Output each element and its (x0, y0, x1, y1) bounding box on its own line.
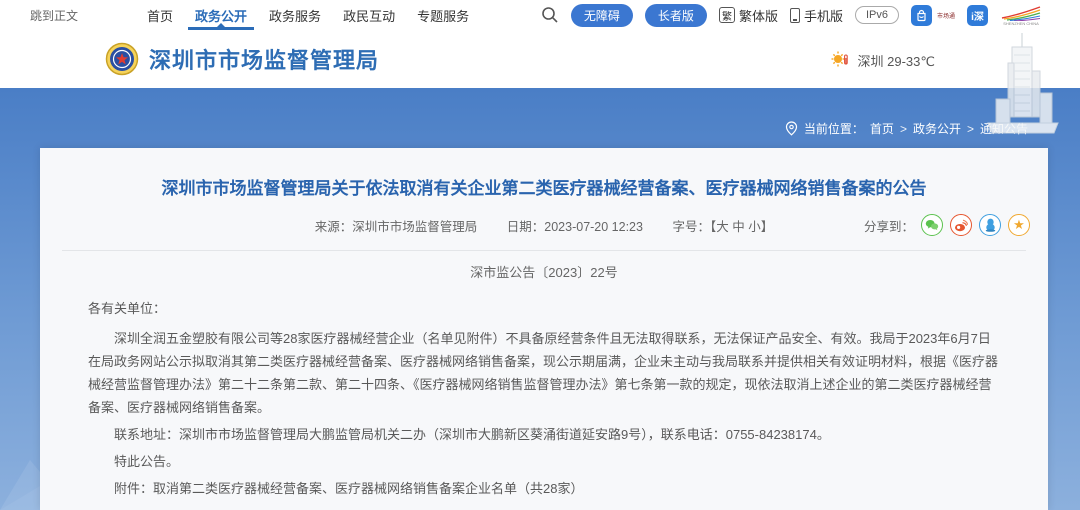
date-value: 2023-07-20 12:23 (544, 220, 643, 234)
share-label: 分享到： (864, 216, 914, 235)
location-pin-icon (785, 121, 798, 136)
share-favorite-star-icon[interactable]: ★ (1008, 214, 1030, 236)
nav-gov-services-label: 政务服务 (269, 6, 321, 25)
paragraph-attachment: 附件：取消第二类医疗器械经营备案、医疗器械网络销售备案企业名单（共28家） (88, 477, 1002, 500)
nav-topics[interactable]: 专题服务 (406, 0, 480, 30)
shichangtong-label: 市场通 (937, 11, 955, 20)
site-title: 深圳市市场监督管理局 (149, 43, 379, 75)
breadcrumb-label: 当前位置： (804, 120, 864, 137)
article-meta-row: 来源：深圳市市场监督管理局 日期：2023-07-20 12:23 字号：【大 … (40, 216, 1048, 240)
nav-gov-services[interactable]: 政务服务 (258, 0, 332, 30)
source-label: 来源： (315, 220, 353, 234)
fontsize-label: 字号： (672, 220, 710, 234)
fontsize-large-button[interactable]: 大 (716, 220, 729, 234)
nav-interaction[interactable]: 政民互动 (332, 0, 406, 30)
shichangtong-app-icon (911, 5, 932, 26)
paragraph-contact: 联系地址：深圳市市场监督管理局大鹏监管局机关二办（深圳市大鹏新区葵涌街道延安路9… (88, 423, 1002, 446)
breadcrumb-home[interactable]: 首页 (870, 120, 894, 137)
weather-icon (830, 50, 850, 70)
paragraph-main: 深圳全润五金塑胶有限公司等28家医疗器械经营企业（名单见附件）不具备原经营条件且… (88, 327, 1002, 419)
nav-interaction-label: 政民互动 (343, 6, 395, 25)
accessibility-button[interactable]: 无障碍 (571, 4, 633, 27)
nav-home[interactable]: 首页 (136, 0, 184, 30)
traditional-chinese-button[interactable]: 繁 繁体版 (719, 6, 778, 25)
article-body: 各有关单位： 深圳全润五金塑胶有限公司等28家医疗器械经营企业（名单见附件）不具… (40, 297, 1048, 500)
site-brand[interactable]: 深圳市市场监督管理局 (105, 42, 379, 76)
fontsize-small-button[interactable]: 小 (748, 220, 761, 234)
top-utility-bar: 跳到正文 首页 政务公开 政务服务 政民互动 专题服务 无障碍 长者版 繁 繁体… (0, 0, 1080, 30)
mobile-phone-icon (790, 8, 800, 23)
active-tab-underline (188, 27, 254, 30)
elder-version-button[interactable]: 长者版 (645, 4, 707, 27)
article-title: 深圳市市场监督管理局关于依法取消有关企业第二类医疗器械经营备案、医疗器械网络销售… (40, 174, 1048, 199)
nav-gov-disclosure-label: 政务公开 (195, 6, 247, 25)
top-nav: 首页 政务公开 政务服务 政民互动 专题服务 (136, 0, 480, 30)
share-wechat-icon[interactable] (921, 214, 943, 236)
share-qq-icon[interactable] (979, 214, 1001, 236)
agency-emblem-logo (105, 42, 139, 76)
breadcrumb-separator: > (900, 122, 907, 136)
shichangtong-app-link[interactable]: 市场通 (911, 5, 955, 26)
breadcrumb-separator: > (967, 122, 974, 136)
weather-widget: 深圳 29-33℃ (830, 50, 935, 70)
city-logo-swoosh (1000, 5, 1042, 21)
mobile-version-button[interactable]: 手机版 (790, 6, 843, 25)
city-logo[interactable]: SHENZHEN CHINA (1000, 5, 1042, 26)
nav-gov-disclosure[interactable]: 政务公开 (184, 0, 258, 30)
active-tab-indicator (217, 23, 225, 27)
site-header: 深圳市市场监督管理局 深圳 29-33℃ (0, 30, 1080, 88)
mobile-label: 手机版 (804, 6, 843, 25)
search-icon[interactable] (541, 6, 559, 24)
fontsize-medium-button[interactable]: 中 (732, 220, 745, 234)
breadcrumb-gov-disclosure[interactable]: 政务公开 (913, 120, 961, 137)
meta-divider (62, 250, 1026, 251)
document-number: 深市监公告〔2023〕22号 (40, 262, 1048, 281)
fontsize-bracket-close: 】 (761, 220, 774, 234)
salutation: 各有关单位： (88, 297, 1002, 320)
source-value: 深圳市市场监督管理局 (352, 220, 477, 234)
article-card: 深圳市市场监督管理局关于依法取消有关企业第二类医疗器械经营备案、医疗器械网络销售… (40, 148, 1048, 510)
city-logo-text: SHENZHEN CHINA (1003, 21, 1039, 26)
topbar-tools: 无障碍 长者版 繁 繁体版 手机版 IPv6 市场通 i深 (541, 4, 1042, 27)
weather-text: 深圳 29-33℃ (858, 51, 935, 70)
traditional-label: 繁体版 (739, 6, 778, 25)
ishenzhen-label: i深 (971, 8, 984, 23)
date-label: 日期： (507, 220, 545, 234)
nav-topics-label: 专题服务 (417, 6, 469, 25)
share-weibo-icon[interactable] (950, 214, 972, 236)
paragraph-closing: 特此公告。 (88, 450, 1002, 473)
nav-home-label: 首页 (147, 6, 173, 25)
traditional-icon: 繁 (719, 7, 735, 23)
building-illustration (984, 33, 1062, 151)
ipv6-badge[interactable]: IPv6 (855, 6, 899, 24)
skip-to-content-link[interactable]: 跳到正文 (30, 7, 78, 24)
share-group: 分享到： ★ (864, 214, 1030, 236)
ishenzhen-app-icon[interactable]: i深 (967, 5, 988, 26)
